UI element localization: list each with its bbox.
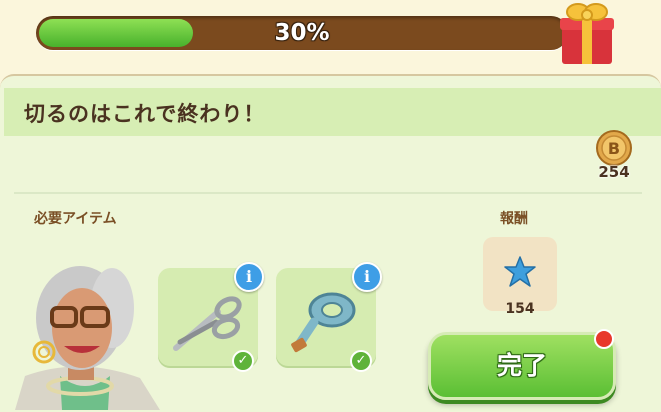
info-icon[interactable]: i [352, 262, 382, 292]
required-items-label: 必要アイテム [34, 211, 117, 227]
check-icon: ✓ [350, 350, 372, 372]
measuring-tape-icon [291, 292, 356, 353]
reward-count: 154 [505, 301, 535, 317]
panel-header: 切るのはこれで終わり！ [4, 88, 661, 136]
star-icon [504, 256, 536, 287]
info-icon[interactable]: i [234, 262, 264, 292]
coin-count: 254 [598, 163, 630, 181]
progress-text: 30% [274, 20, 330, 46]
gift-box-icon[interactable] [554, 0, 618, 66]
coin-icon: B [596, 130, 632, 166]
required-item-measuring-tape[interactable]: i ✓ [276, 262, 382, 372]
divider [14, 192, 642, 194]
reward-item[interactable] [483, 237, 557, 311]
panel-title: 切るのはこれで終わり！ [24, 102, 266, 126]
notification-dot [594, 329, 614, 349]
required-item-scissors[interactable]: i ✓ [158, 262, 264, 372]
check-icon: ✓ [232, 350, 254, 372]
scissors-icon [173, 296, 242, 351]
complete-button[interactable]: 完了 [428, 332, 616, 400]
character-portrait [15, 266, 160, 410]
progress-bar: 30% [36, 16, 568, 50]
reward-label: 報酬 [500, 211, 528, 227]
svg-text:B: B [608, 139, 620, 158]
